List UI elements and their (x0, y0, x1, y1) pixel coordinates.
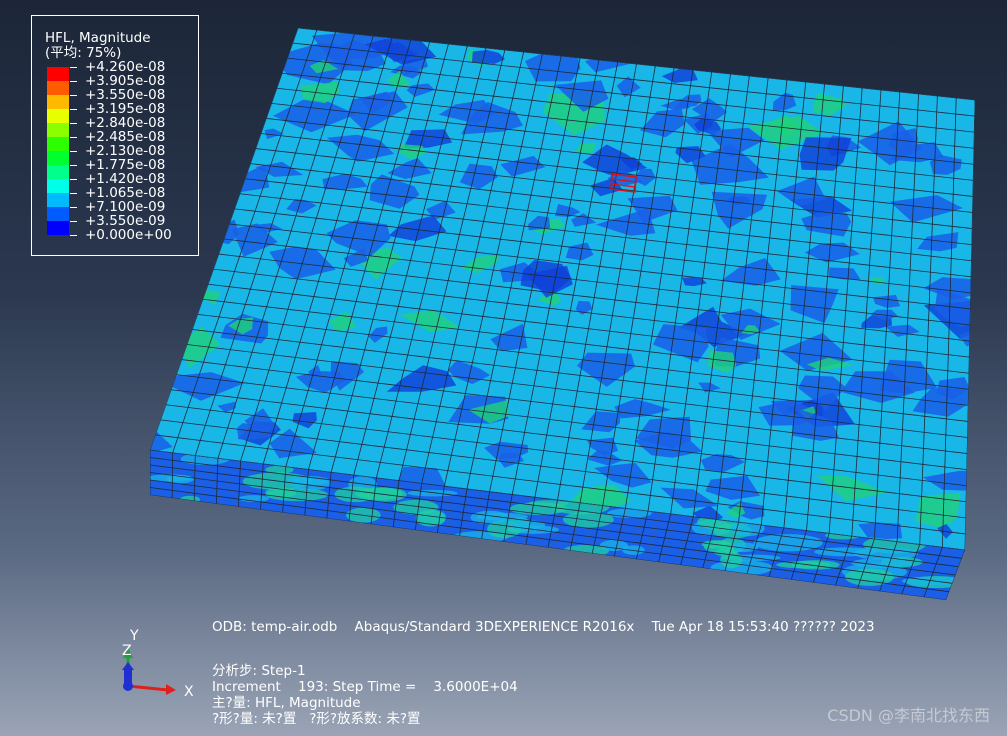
legend-tick (70, 193, 77, 194)
watermark: CSDN @李南北找东西 (827, 706, 990, 725)
legend-value: +3.905e-08 (85, 73, 166, 89)
legend-swatch (47, 81, 69, 95)
legend-value: +1.065e-08 (85, 185, 166, 201)
primary-variable-label: 主?量: HFL, Magnitude (212, 695, 361, 711)
legend-value: +2.130e-08 (85, 143, 166, 159)
legend-swatch (47, 123, 69, 137)
axis-label-z: Z (122, 643, 132, 659)
legend-tick (70, 165, 77, 166)
legend-swatch (47, 179, 69, 193)
legend-tick (70, 109, 77, 110)
legend-entries: +4.260e-08 +3.905e-08 +3.550e-08 +3.195e-08… (45, 60, 198, 249)
legend-value: +3.550e-09 (85, 213, 166, 229)
deformed-variable-label: ?形?量: 未?置 ?形?放系数: 未?置 (212, 711, 421, 727)
legend-title: HFL, Magnitude (45, 30, 151, 46)
legend-value: +4.260e-08 (85, 59, 166, 75)
axis-label-y: Y (130, 628, 139, 644)
legend-tick (70, 179, 77, 180)
legend-value: +2.840e-08 (85, 115, 166, 131)
legend-tick (70, 137, 77, 138)
timestamp: Tue Apr 18 15:53:40 ?????? 2023 (651, 619, 875, 635)
legend-tick (70, 95, 77, 96)
legend-tick (70, 221, 77, 222)
legend-tick (70, 123, 77, 124)
legend-tick (70, 151, 77, 152)
legend-tick (70, 235, 77, 236)
legend-swatch (47, 67, 69, 81)
legend-value: +0.000e+00 (85, 227, 172, 243)
contour-legend[interactable]: HFL, Magnitude (平均: 75%) +4.260e-08 +3.90… (31, 15, 199, 256)
legend-tick (70, 207, 77, 208)
legend-swatch (47, 151, 69, 165)
legend-swatch (47, 221, 69, 235)
legend-swatch (47, 109, 69, 123)
viewport[interactable]: HFL, Magnitude (平均: 75%) +4.260e-08 +3.90… (0, 0, 1007, 736)
legend-tick (70, 81, 77, 82)
legend-value: +3.550e-08 (85, 87, 166, 103)
odb-name: ODB: temp-air.odb (212, 619, 338, 635)
legend-value: +1.420e-08 (85, 171, 166, 187)
legend-swatch (47, 95, 69, 109)
odb-info-line: ODB: temp-air.odb Abaqus/Standard 3DEXPE… (212, 619, 875, 635)
legend-value: +7.100e-09 (85, 199, 166, 215)
x-axis-arrow (127, 684, 169, 692)
legend-swatch (47, 193, 69, 207)
legend-tick (70, 67, 77, 68)
legend-value: +1.775e-08 (85, 157, 166, 173)
legend-swatch (47, 165, 69, 179)
legend-swatch (47, 207, 69, 221)
solver-version: Abaqus/Standard 3DEXPERIENCE R2016x (354, 619, 635, 635)
legend-value: +2.485e-08 (85, 129, 166, 145)
step-info: 分析步: Step-1 Increment 193: Step Time = 3.… (212, 663, 518, 727)
increment-label: Increment 193: Step Time = 3.6000E+04 (212, 679, 518, 695)
axis-label-x: X (184, 684, 194, 700)
legend-entry: +0.000e+00 (45, 228, 198, 249)
legend-value: +3.195e-08 (85, 101, 166, 117)
legend-swatch (47, 137, 69, 151)
step-label: 分析步: Step-1 (212, 663, 306, 679)
